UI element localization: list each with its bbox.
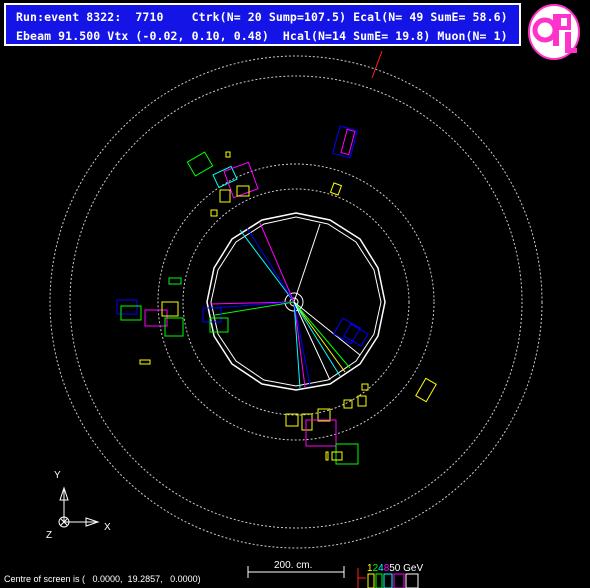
track <box>246 227 295 303</box>
axes-widget <box>58 486 100 528</box>
energy-legend: 124850 GeV <box>367 563 423 574</box>
y-axis-label: Y <box>54 470 61 481</box>
z-axis-label: Z <box>46 530 53 541</box>
track <box>293 301 351 369</box>
header-pointer <box>371 50 383 79</box>
scale-label: 200. cm. <box>274 560 313 571</box>
jet-chamber <box>206 212 386 391</box>
jet-chamber-inner <box>210 216 382 387</box>
track <box>293 223 321 303</box>
ecal-ring-inner <box>182 188 410 416</box>
screen-centre-text: Centre of screen is ( 0.0000, 19.2857, 0… <box>4 574 201 584</box>
track <box>239 229 295 303</box>
header-line-1: Run:event 8322: 7710 Ctrk(N= 20 Sump=107… <box>16 10 508 24</box>
hcal-ring <box>69 75 523 529</box>
muon-ring-outer <box>49 55 543 549</box>
event-display <box>49 50 543 588</box>
energy-legend-50: 50 GeV <box>389 563 424 574</box>
header-line-2: Ebeam 91.500 Vtx (-0.02, 0.10, 0.48) Hca… <box>16 29 508 43</box>
ecal-ring-outer <box>157 163 435 441</box>
track <box>259 222 295 303</box>
x-axis-label: X <box>104 522 111 533</box>
opal-logo <box>528 4 580 60</box>
event-header: Run:event 8322: 7710 Ctrk(N= 20 Sump=107… <box>4 3 521 46</box>
